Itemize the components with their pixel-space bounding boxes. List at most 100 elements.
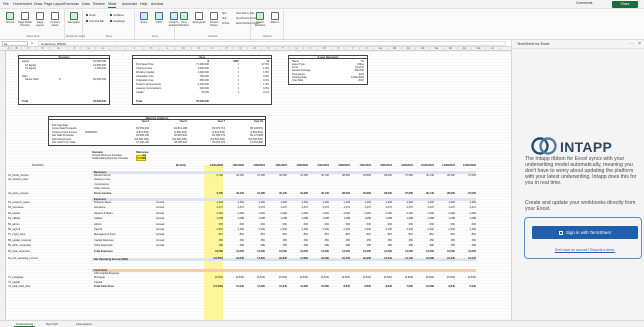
period-value[interactable]: 450 [373,239,392,243]
period-value[interactable]: 450 [225,239,244,243]
period-value[interactable]: 1,300 [268,201,288,205]
period-value[interactable]: (6,500) [289,277,308,280]
period-value[interactable]: 10,080 [310,285,329,289]
period-value[interactable]: 4,472 [310,207,330,210]
period-value[interactable]: 280 [268,244,287,248]
period-value[interactable]: 1,088 [225,217,245,221]
period-value[interactable]: 2,300 [331,228,351,232]
period-value[interactable]: 13,560 [331,250,350,254]
menu-tab-acrobat[interactable]: Acrobat [151,2,163,6]
period-value[interactable]: 600 [331,223,350,227]
period-value[interactable]: 810 [331,234,350,237]
period-value[interactable]: 1,300 [394,201,414,205]
show-headings-checkbox[interactable]: Headings [110,20,125,23]
close-icon[interactable]: × [638,41,641,47]
sheet-tab-underwriting[interactable]: Underwriting [14,322,36,327]
period-value[interactable]: 27,000 [457,174,476,178]
period-value[interactable]: 280 [246,244,265,248]
period-value[interactable]: 810 [352,234,371,237]
unhide-button[interactable]: Unhide [222,23,229,25]
period-value[interactable]: 13,560 [394,250,413,254]
period-value[interactable]: 27,660 [394,192,413,196]
sheet-tab-rent-roll[interactable]: Rent Roll [44,322,60,327]
period-value[interactable]: 8,840 [373,285,393,289]
period-value[interactable]: 810 [289,234,308,237]
period-value[interactable]: 2,300 [289,228,309,232]
period-value[interactable]: 9,830 [352,285,372,289]
period-value[interactable]: 13,560 [268,250,287,254]
period-value[interactable]: 450 [394,239,413,243]
period-value[interactable]: 600 [268,223,287,227]
period-value[interactable]: 2,260 [204,212,224,216]
navigation-button[interactable]: Navigation [67,12,81,24]
period-value[interactable]: 2,260 [246,212,266,216]
period-value[interactable]: 2,300 [352,228,372,232]
period-value[interactable]: 30,140 [310,192,329,196]
period-value[interactable]: 1,300 [436,201,456,205]
period-value[interactable]: 4,472 [373,207,393,210]
period-value[interactable]: 13,560 [457,250,476,254]
period-value[interactable]: 450 [457,239,476,243]
period-value[interactable]: 30,140 [415,192,434,196]
period-value[interactable]: 2,260 [436,212,456,216]
period-value[interactable]: 2,260 [415,212,435,216]
period-value[interactable]: 13,560 [204,250,223,254]
menu-tab-home[interactable]: Home [13,2,23,6]
period-value[interactable]: 29,890 [352,174,371,178]
period-value[interactable]: 32,400 [268,174,287,178]
period-value[interactable]: 280 [436,244,455,248]
period-value[interactable]: 6,940 [457,285,477,289]
period-value[interactable]: 27,000 [457,192,476,196]
period-value[interactable]: 2,260 [457,212,477,216]
menu-tab-formulas[interactable]: Formulas [64,2,79,6]
period-value[interactable]: 4,472 [394,207,414,210]
period-value[interactable]: 450 [246,239,265,243]
show-formula-bar-checkbox[interactable]: Formula Bar [86,20,104,23]
period-value[interactable]: 4,472 [457,207,477,210]
period-value[interactable]: 600 [373,223,392,227]
period-value[interactable]: 600 [415,223,434,227]
period-value[interactable]: (6,500) [310,277,329,280]
period-value[interactable]: 13,560 [246,250,265,254]
period-value[interactable]: 810 [394,234,413,237]
period-value[interactable]: (6,500) [415,277,434,280]
period-value[interactable]: 1,300 [352,201,372,205]
period-value[interactable]: 1,088 [394,217,414,221]
period-value[interactable]: 2,700 [204,174,224,178]
menu-tab-file[interactable]: File [3,2,9,6]
period-value[interactable]: 4,472 [268,207,288,210]
period-value[interactable]: 1,088 [415,217,435,221]
period-value[interactable]: 600 [310,223,329,227]
period-value[interactable]: 2,260 [289,212,309,216]
period-value[interactable]: 1,088 [268,217,288,221]
period-value[interactable]: 4,472 [204,207,224,210]
100--button[interactable]: 100% [152,12,166,24]
period-value[interactable]: 280 [204,244,223,248]
cell-grid[interactable]: Sources Equity 15,000,000 LP Equity 13,900,… [6,51,511,320]
period-value[interactable]: 280 [373,244,392,248]
period-value[interactable]: 810 [310,234,329,237]
period-value[interactable]: 31,380 [289,174,308,178]
period-value[interactable]: 2,300 [457,228,477,232]
period-value[interactable]: 1,088 [331,217,351,221]
period-value[interactable]: 2,260 [310,212,330,216]
period-value[interactable]: 1,300 [289,201,309,205]
menu-tab-data[interactable]: Data [82,2,90,6]
period-value[interactable]: 4,472 [331,207,351,210]
period-value[interactable]: 4,472 [246,207,266,210]
period-value[interactable]: 31,380 [289,192,308,196]
freeze-panes-button[interactable]: Freeze Panes [207,12,221,27]
period-value[interactable]: 2,300 [436,228,456,232]
request-demo-link[interactable]: Don't have an account? Request a demo. [532,248,638,252]
period-value[interactable]: 2,300 [204,228,224,232]
period-value[interactable]: 600 [225,223,244,227]
share-button[interactable]: Share [612,1,638,8]
menu-tab-view[interactable]: View [108,2,117,8]
function-icon[interactable]: fx [31,41,33,46]
page-break-preview-button[interactable]: Page Break Preview [18,12,32,27]
period-value[interactable]: 13,560 [415,250,434,254]
period-value[interactable]: 810 [436,234,455,237]
period-value[interactable]: 4,472 [352,207,372,210]
period-value[interactable]: 4,472 [415,207,435,210]
page-layout-button[interactable]: Page Layout [33,12,47,27]
